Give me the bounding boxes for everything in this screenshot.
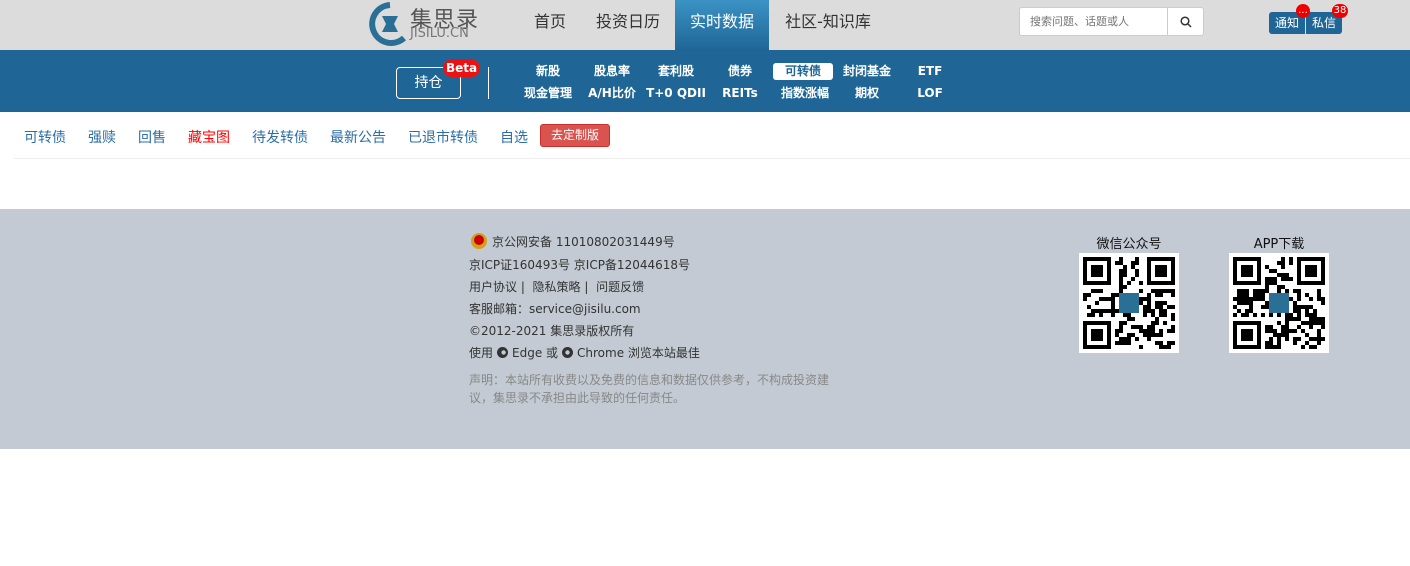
icp-record[interactable]: 京ICP证160493号 京ICP备12044618号: [469, 256, 690, 273]
category-1-0[interactable]: 现金管理: [516, 85, 580, 102]
browser-note: 使用 Edge 或 Chrome 浏览本站最佳: [469, 344, 700, 361]
category-0-2[interactable]: 套利股: [644, 63, 708, 80]
nav-realtime-data[interactable]: 实时数据: [675, 0, 769, 50]
category-0-6[interactable]: ETF: [898, 63, 962, 80]
search-input[interactable]: [1020, 8, 1167, 35]
category-1-3[interactable]: REITs: [708, 85, 772, 102]
user-agreement-link[interactable]: 用户协议: [469, 280, 517, 294]
service-email: 客服邮箱：service@jisilu.com: [469, 302, 641, 316]
category-0-1[interactable]: 股息率: [580, 63, 644, 80]
nav-community[interactable]: 社区-知识库: [772, 0, 884, 50]
feedback-link[interactable]: 问题反馈: [596, 280, 644, 294]
edge-icon: [497, 347, 509, 358]
browser-edge: Edge 或: [512, 346, 559, 360]
logo-subtext: JISILU.CN: [410, 26, 469, 41]
wechat-qr-code: [1079, 253, 1179, 353]
category-0-3[interactable]: 债券: [708, 63, 772, 80]
search-icon: [1179, 15, 1192, 28]
subnav-treasure-map[interactable]: 藏宝图: [188, 127, 230, 147]
divider: [14, 158, 1410, 159]
search-box: [1019, 7, 1204, 36]
logo-icon[interactable]: [368, 2, 412, 46]
police-emblem-icon: [471, 233, 487, 249]
notify-badge: ...: [1296, 4, 1310, 18]
custom-version-button[interactable]: 去定制版: [540, 124, 610, 147]
beta-badge: Beta: [443, 59, 480, 77]
subnav-forced-redeem[interactable]: 强赎: [88, 127, 116, 147]
privacy-link[interactable]: 隐私策略: [533, 280, 581, 294]
separator: |: [520, 280, 525, 294]
subnav-watchlist[interactable]: 自选: [500, 127, 528, 147]
category-0-0[interactable]: 新股: [516, 63, 580, 80]
footer-links: 用户协议 | 隐私策略 | 问题反馈: [469, 278, 644, 295]
browser-pre: 使用: [469, 346, 494, 360]
disclaimer: 声明：本站所有收费以及免费的信息和数据仅供参考，不构成投资建议，集思录不承担由此…: [469, 373, 830, 405]
category-1-1[interactable]: A/H比价: [580, 85, 644, 102]
footer: [0, 209, 1410, 449]
nav-calendar[interactable]: 投资日历: [582, 0, 674, 50]
category-1-6[interactable]: LOF: [898, 85, 962, 102]
wechat-label: 微信公众号: [1096, 237, 1162, 252]
category-1-2[interactable]: T+0 QDII: [644, 85, 708, 102]
subnav-putback[interactable]: 回售: [138, 127, 166, 147]
separator: |: [584, 280, 589, 294]
divider: [488, 67, 489, 99]
category-1-5[interactable]: 期权: [835, 85, 899, 102]
subnav-pending[interactable]: 待发转债: [252, 127, 308, 147]
police-record[interactable]: 京公网安备 11010802031449号: [492, 233, 675, 250]
category-0-4[interactable]: 可转债: [773, 63, 833, 80]
copyright: ©2012-2021 集思录版权所有: [469, 324, 635, 338]
browser-chrome: Chrome 浏览本站最佳: [577, 346, 700, 360]
search-button[interactable]: [1167, 8, 1203, 35]
category-1-4[interactable]: 指数涨幅: [773, 85, 837, 102]
subnav-delisted[interactable]: 已退市转债: [408, 127, 478, 147]
nav-home[interactable]: 首页: [520, 0, 580, 50]
category-0-5[interactable]: 封闭基金: [835, 63, 899, 80]
chrome-icon: [562, 347, 574, 358]
message-badge: 38: [1332, 4, 1348, 18]
subnav-convertible[interactable]: 可转债: [24, 127, 66, 147]
app-qr-code: [1229, 253, 1329, 353]
category-bar: [0, 50, 1410, 112]
app-label: APP下载: [1253, 237, 1305, 252]
subnav-announcements[interactable]: 最新公告: [330, 127, 386, 147]
